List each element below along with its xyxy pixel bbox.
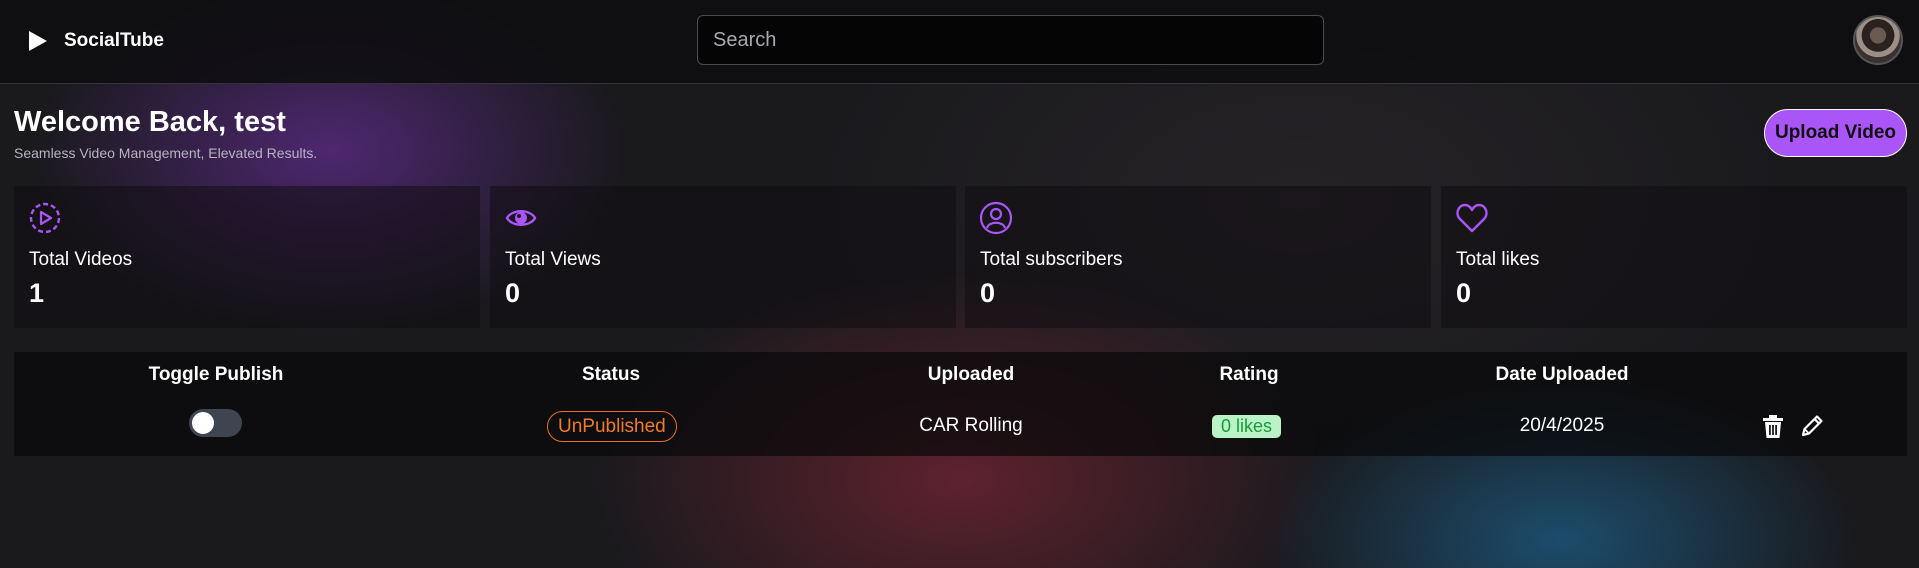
search-input[interactable] (697, 15, 1324, 65)
toggle-knob (192, 412, 214, 434)
stat-value: 0 (980, 278, 996, 308)
video-title: CAR Rolling (919, 415, 1023, 436)
app-name: SocialTube (64, 30, 164, 51)
top-navbar: SocialTube (0, 0, 1919, 84)
videos-table: Toggle Publish Status Uploaded Rating Da… (14, 352, 1907, 456)
rating-badge: 0 likes (1212, 415, 1282, 438)
column-header-date-uploaded: Date Uploaded (1495, 364, 1629, 385)
column-header-status: Status (581, 364, 641, 385)
upload-video-button[interactable]: Upload Video (1764, 109, 1907, 157)
play-logo-icon (29, 31, 47, 51)
edit-pencil-icon[interactable] (1799, 413, 1825, 439)
page-title: Welcome Back, test (14, 106, 286, 138)
trash-icon[interactable] (1760, 413, 1786, 439)
heart-icon (1456, 203, 1488, 233)
stat-value: 1 (29, 278, 45, 308)
column-header-rating: Rating (1219, 364, 1279, 385)
stat-card-total-subscribers: Total subscribers 0 (965, 186, 1431, 328)
stat-label: Total subscribers (980, 249, 1123, 270)
stat-label: Total likes (1456, 249, 1540, 270)
page-subtitle: Seamless Video Management, Elevated Resu… (14, 145, 318, 161)
publish-toggle[interactable] (189, 409, 242, 437)
stat-value: 0 (505, 278, 521, 308)
stat-value: 0 (1456, 278, 1472, 308)
brand-logo[interactable]: SocialTube (26, 28, 164, 54)
stat-card-total-views: Total Views 0 (490, 186, 956, 328)
stat-label: Total Videos (29, 249, 133, 270)
date-uploaded: 20/4/2025 (1519, 415, 1605, 436)
stat-card-total-videos: Total Videos 1 (14, 186, 480, 328)
user-icon (979, 201, 1013, 235)
eye-icon (505, 210, 537, 226)
stat-card-total-likes: Total likes 0 (1441, 186, 1907, 328)
play-circle-icon (29, 202, 61, 234)
column-header-uploaded: Uploaded (927, 364, 1015, 385)
stat-label: Total Views (505, 249, 601, 270)
status-badge: UnPublished (547, 411, 677, 442)
avatar[interactable] (1853, 15, 1903, 65)
column-header-toggle-publish: Toggle Publish (148, 364, 284, 385)
